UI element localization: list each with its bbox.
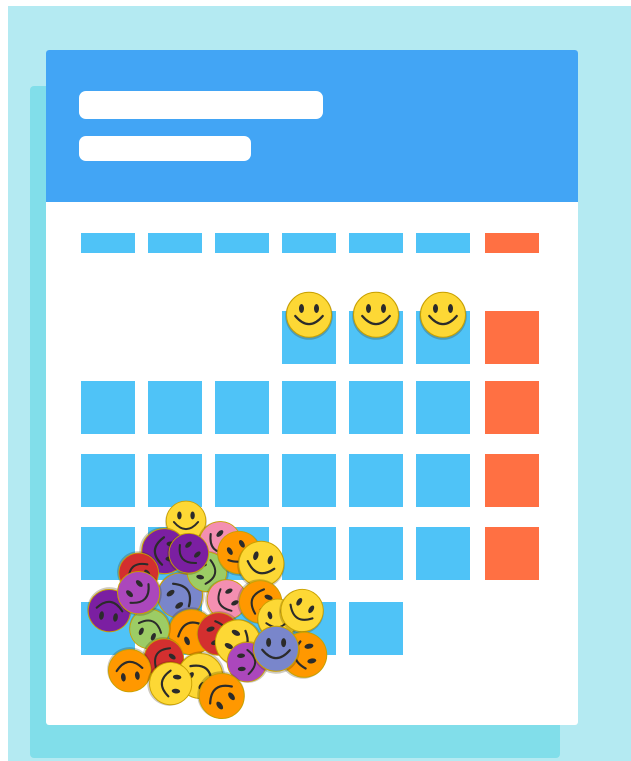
- day-cell: [81, 454, 135, 507]
- smiley-face-icon: [419, 291, 467, 340]
- smiley-sticker: [251, 625, 301, 675]
- day-header-strip: [349, 233, 403, 253]
- calendar-header: [46, 50, 578, 202]
- day-header-strip: [81, 233, 135, 253]
- day-cell: [416, 454, 470, 507]
- day-cell: [215, 454, 269, 507]
- smiley-sticker: [116, 570, 163, 617]
- smiley-face-icon: [285, 291, 333, 340]
- calendar-illustration: [0, 0, 631, 761]
- smiley-face-icon: [117, 571, 162, 616]
- day-cell: [349, 454, 403, 507]
- day-cell: [81, 381, 135, 434]
- day-header-strip: [282, 233, 336, 253]
- day-header-strip: [148, 233, 202, 253]
- day-cell: [349, 381, 403, 434]
- smiley-face-icon: [352, 291, 400, 340]
- day-cell: [282, 381, 336, 434]
- weekend-day-cell: [485, 454, 539, 507]
- calendar-card: [46, 50, 578, 725]
- smiley-face-icon: [167, 533, 210, 575]
- smiley-day-marker: [282, 291, 336, 357]
- subtitle-placeholder-bar: [79, 136, 251, 161]
- title-placeholder-bar: [79, 91, 323, 119]
- weekend-day-cell: [485, 381, 539, 434]
- smiley-day-marker: [349, 291, 403, 357]
- weekend-day-cell: [485, 311, 539, 364]
- smiley-sticker: [166, 532, 210, 576]
- smiley-sticker: [146, 660, 193, 707]
- smiley-day-marker: [416, 291, 470, 357]
- day-cell: [148, 381, 202, 434]
- day-cell: [416, 381, 470, 434]
- smiley-sticker: [196, 670, 246, 720]
- day-cell: [416, 527, 470, 580]
- day-header-strip: [485, 233, 539, 253]
- smiley-face-icon: [252, 625, 300, 674]
- day-cell: [349, 527, 403, 580]
- day-header-strip: [215, 233, 269, 253]
- weekend-day-cell: [485, 527, 539, 580]
- day-header-strip: [416, 233, 470, 253]
- smiley-face-icon: [147, 661, 193, 706]
- day-cell: [282, 454, 336, 507]
- day-cell: [215, 381, 269, 434]
- smiley-face-icon: [197, 671, 245, 719]
- day-cell: [349, 602, 403, 655]
